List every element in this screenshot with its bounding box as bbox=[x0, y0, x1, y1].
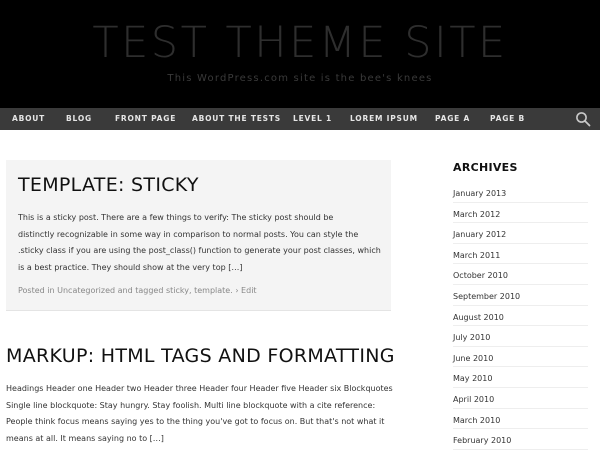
excerpt-line: means at all. It means saying no to […] bbox=[6, 433, 164, 443]
archive-link[interactable]: April 2010 bbox=[453, 388, 588, 409]
meta-and-tagged: and tagged bbox=[117, 286, 164, 295]
post-title[interactable]: TEMPLATE: STICKY bbox=[18, 174, 199, 196]
archive-link[interactable]: October 2010 bbox=[453, 264, 588, 285]
tag-link-template[interactable]: template bbox=[194, 286, 230, 295]
nav-item-blog[interactable]: BLOG bbox=[66, 108, 92, 130]
meta-separator: , bbox=[189, 286, 192, 295]
main-navigation: ABOUT BLOG FRONT PAGE ABOUT THE TESTS LE… bbox=[0, 108, 600, 130]
post-excerpt: Headings Header one Header two Header th… bbox=[6, 381, 396, 447]
archive-link[interactable]: January 2012 bbox=[453, 223, 588, 244]
excerpt-line: People think focus means saying yes to t… bbox=[6, 417, 385, 426]
site-title[interactable]: TEST THEME SITE bbox=[0, 18, 600, 68]
archive-link[interactable]: August 2010 bbox=[453, 306, 588, 327]
search-icon[interactable] bbox=[575, 111, 591, 127]
nav-item-level-1[interactable]: LEVEL 1 bbox=[293, 108, 332, 130]
archive-link[interactable]: June 2010 bbox=[453, 347, 588, 368]
nav-item-about[interactable]: ABOUT bbox=[12, 108, 45, 130]
archive-link[interactable]: February 2010 bbox=[453, 429, 588, 450]
excerpt-line: distinctly recognizable in some way in c… bbox=[18, 229, 359, 239]
meta-period: . bbox=[230, 286, 233, 295]
archives-list: January 2013 March 2012 January 2012 Mar… bbox=[453, 182, 588, 450]
post-excerpt: This is a sticky post. There are a few t… bbox=[18, 210, 388, 276]
category-link[interactable]: Uncategorized bbox=[57, 286, 115, 295]
nav-item-lorem-ipsum[interactable]: LOREM IPSUM bbox=[350, 108, 418, 130]
archive-link[interactable]: March 2012 bbox=[453, 203, 588, 224]
excerpt-line: Headings Header one Header two Header th… bbox=[6, 384, 393, 393]
archive-link[interactable]: May 2010 bbox=[453, 367, 588, 388]
archive-link[interactable]: July 2010 bbox=[453, 326, 588, 347]
site-header: TEST THEME SITE This WordPress.com site … bbox=[0, 0, 600, 108]
archive-link[interactable]: March 2011 bbox=[453, 244, 588, 265]
nav-item-about-the-tests[interactable]: ABOUT THE TESTS bbox=[192, 108, 281, 130]
nav-item-page-b[interactable]: PAGE B bbox=[490, 108, 525, 130]
meta-posted-in: Posted in bbox=[18, 286, 55, 295]
excerpt-line: .sticky class if you are using the post_… bbox=[18, 246, 381, 255]
excerpt-line: is a best practice. They should show at … bbox=[18, 262, 243, 272]
post-title[interactable]: MARKUP: HTML TAGS AND FORMATTING bbox=[6, 345, 395, 367]
excerpt-line: This is a sticky post. There are a few t… bbox=[18, 213, 334, 222]
nav-item-front-page[interactable]: FRONT PAGE bbox=[115, 108, 176, 130]
excerpt-line: Single line blockquote: Stay hungry. Sta… bbox=[6, 400, 376, 410]
site-description: This WordPress.com site is the bee's kne… bbox=[167, 73, 433, 84]
edit-link[interactable]: › Edit bbox=[235, 286, 256, 295]
sticky-post: TEMPLATE: STICKY This is a sticky post. … bbox=[6, 160, 391, 311]
nav-item-page-a[interactable]: PAGE A bbox=[435, 108, 470, 130]
post-meta: Posted in Uncategorized and tagged stick… bbox=[18, 286, 257, 295]
archive-link[interactable]: March 2010 bbox=[453, 409, 588, 430]
archive-link[interactable]: September 2010 bbox=[453, 285, 588, 306]
archive-link[interactable]: January 2013 bbox=[453, 182, 588, 203]
archives-widget-title: ARCHIVES bbox=[453, 161, 518, 174]
tag-link-sticky[interactable]: sticky bbox=[166, 286, 189, 295]
